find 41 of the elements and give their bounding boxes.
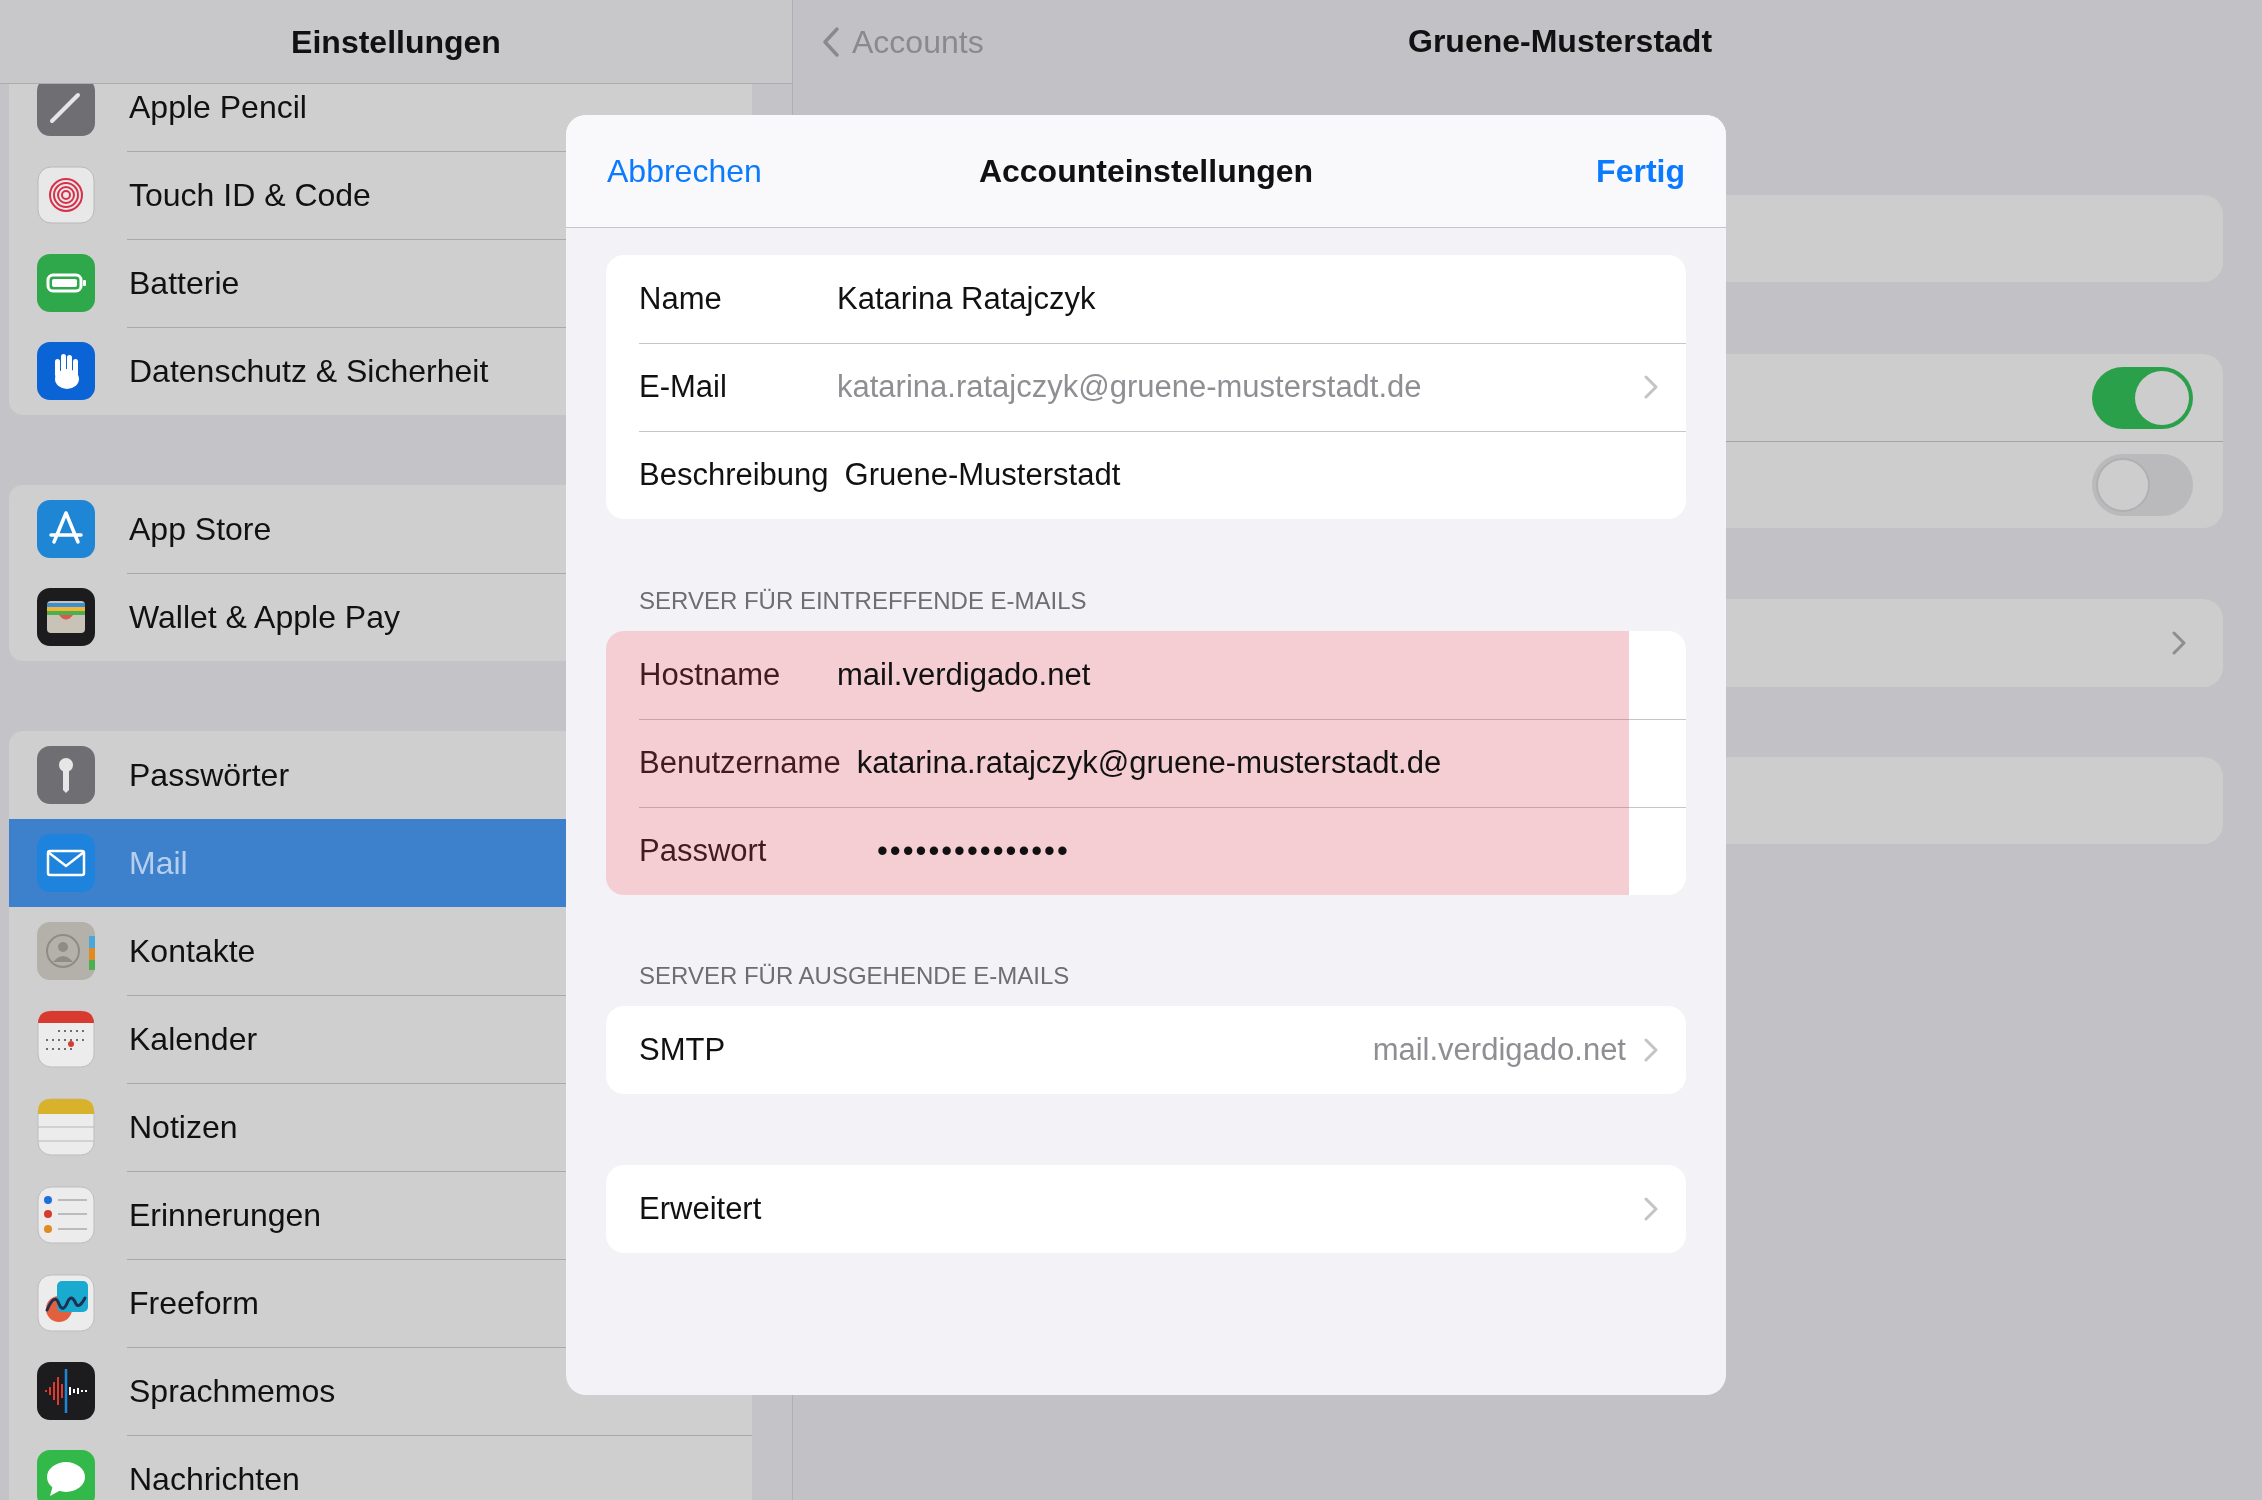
chat-bubble-icon	[37, 1450, 95, 1500]
notepad-icon	[37, 1098, 95, 1156]
sheet-title: Accounteinstellungen	[978, 152, 1314, 191]
field-value: mail.verdigado.net	[1371, 1030, 1626, 1069]
field-label: E-Mail	[639, 367, 728, 406]
hand-icon	[37, 342, 95, 400]
cancel-button[interactable]: Abbrechen	[607, 147, 762, 195]
envelope-icon	[37, 834, 95, 892]
field-label: SMTP	[639, 1030, 727, 1069]
field-value: katarina.ratajczyk@gruene-musterstadt.de	[837, 367, 1423, 406]
scribble-icon	[37, 1274, 95, 1332]
sidebar-item[interactable]: Nachrichten	[9, 1435, 752, 1500]
chevron-icon	[1644, 375, 1658, 399]
waveform-icon	[37, 1362, 95, 1420]
input-field[interactable]: mail.verdigado.net	[837, 653, 1091, 697]
done-button[interactable]: Fertig	[1596, 147, 1685, 195]
password-field[interactable]: •••••••••••••••	[877, 829, 1070, 873]
checklist-icon	[37, 1186, 95, 1244]
field-label: Hostname	[639, 655, 782, 694]
page-title: Gruene-Musterstadt	[1408, 22, 1713, 61]
input-field[interactable]: Katarina Ratajczyk	[837, 277, 1096, 321]
wallet-icon	[37, 588, 95, 646]
fingerprint-icon	[37, 166, 95, 224]
chevron-icon	[1644, 1038, 1658, 1062]
field-label: Benutzername	[639, 743, 841, 782]
back-chevron-icon	[822, 26, 840, 58]
input-field[interactable]: katarina.ratajczyk@gruene-musterstadt.de	[856, 741, 1442, 785]
field-label: Name	[639, 279, 723, 318]
calendar-icon	[37, 1010, 95, 1068]
key-icon	[37, 746, 95, 804]
battery-icon	[37, 254, 95, 312]
chevron-icon	[1644, 1197, 1658, 1221]
app-icon	[37, 500, 95, 558]
field-label: Erweitert	[639, 1189, 763, 1228]
input-field[interactable]: Gruene-Musterstadt	[844, 453, 1121, 497]
section-header: SERVER FÜR AUSGEHENDE E-MAILS	[638, 961, 1071, 991]
field-label: Beschreibung	[639, 455, 829, 494]
sidebar-title: Einstellungen	[291, 22, 501, 62]
chevron-icon	[2172, 631, 2186, 655]
section-header: SERVER FÜR EINTREFFENDE E-MAILS	[638, 586, 1088, 616]
contact-icon	[37, 922, 95, 980]
